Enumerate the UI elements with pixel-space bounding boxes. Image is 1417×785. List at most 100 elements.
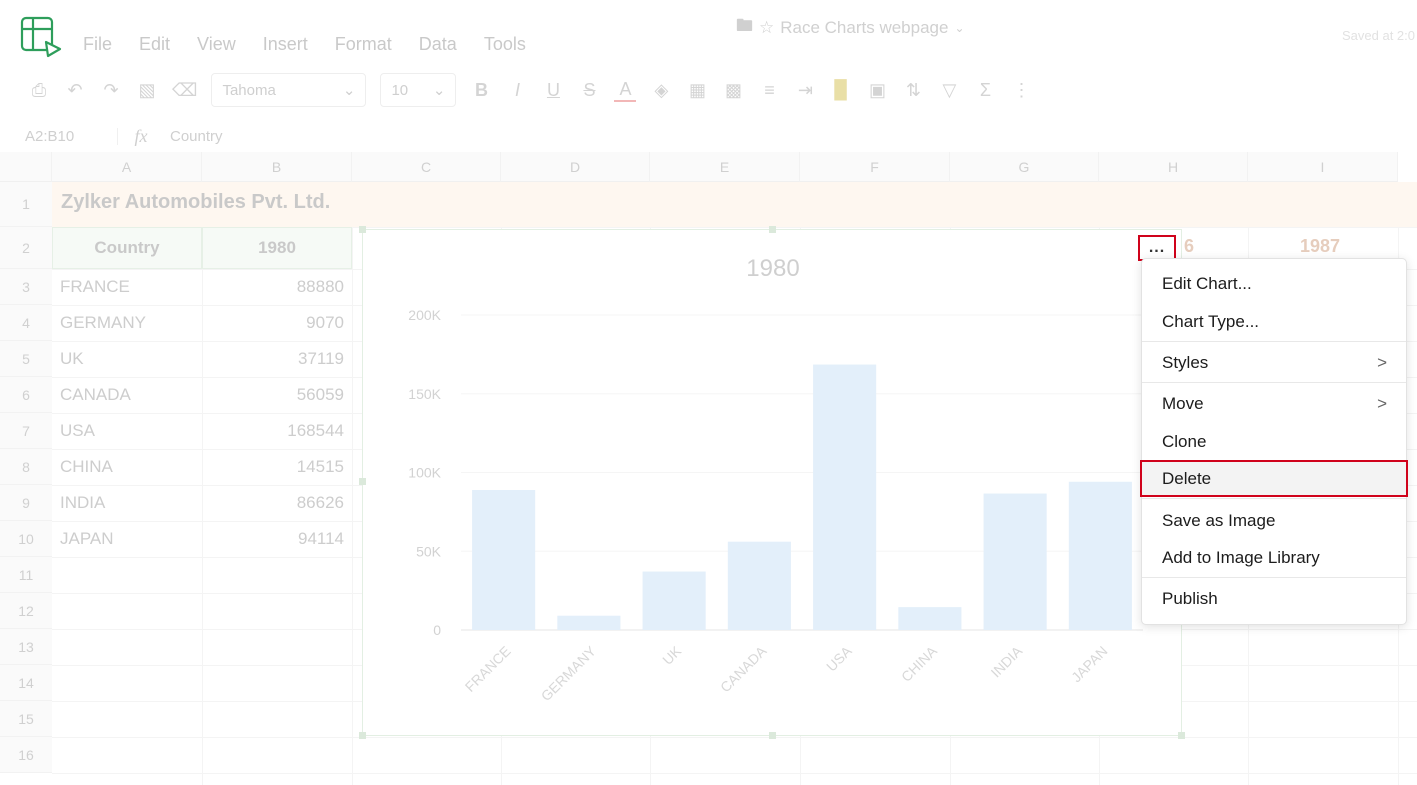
column-header-f[interactable]: F [800,152,950,182]
column-header-a[interactable]: A [52,152,202,182]
fill-color-icon[interactable]: ◈ [650,80,672,101]
image-icon[interactable]: ▣ [866,80,888,101]
column-header-i[interactable]: I [1248,152,1398,182]
menu-tools[interactable]: Tools [484,34,526,55]
menu-data[interactable]: Data [419,34,457,55]
font-family-select[interactable]: Tahoma ⌄ [211,73,367,107]
bar-canada[interactable] [727,541,791,630]
cell-country[interactable]: USA [60,413,200,449]
menu-format[interactable]: Format [335,34,392,55]
underline-icon[interactable]: U [542,80,564,101]
folder-icon[interactable]: 🖿 [736,13,753,42]
bar-china[interactable] [898,607,962,630]
cell-value[interactable]: 56059 [202,377,344,413]
menu-item-add-to-image-library[interactable]: Add to Image Library [1142,539,1406,576]
cell-country[interactable]: UK [60,341,200,377]
row-header-5[interactable]: 5 [0,341,52,377]
menu-edit[interactable]: Edit [139,34,170,55]
bar-chart[interactable]: 1980 0 50K 100K 150K 200K FRANCE GERMANY UK CANA… [359,226,1185,739]
undo-icon[interactable]: ↶ [64,80,86,101]
cell-country[interactable]: CHINA [60,449,200,485]
eraser-icon[interactable]: ⌫ [172,80,197,101]
row-header-16[interactable]: 16 [0,737,52,773]
menu-item-delete[interactable]: Delete [1140,460,1408,497]
row-header-13[interactable]: 13 [0,629,52,665]
print-icon[interactable]: ⎙ [28,80,50,101]
cell-value[interactable]: 86626 [202,485,344,521]
cell-country[interactable]: CANADA [60,377,200,413]
cell-reference-box[interactable]: A2:B10 [0,127,118,145]
menu-item-save-as-image[interactable]: Save as Image [1142,502,1406,539]
cell-country[interactable]: JAPAN [60,521,200,557]
italic-icon[interactable]: I [506,80,528,101]
chart-icon[interactable]: ▉ [830,80,852,101]
strikethrough-icon[interactable]: S [578,80,600,101]
merge-icon[interactable]: ▩ [722,80,744,101]
menu-item-move[interactable]: Move > [1142,385,1406,422]
cell-value[interactable]: 94114 [202,521,344,557]
star-icon[interactable]: ☆ [759,18,774,38]
sum-icon[interactable]: Σ [974,80,996,101]
row-header-7[interactable]: 7 [0,413,52,449]
menu-file[interactable]: File [83,34,112,55]
borders-icon[interactable]: ▦ [686,80,708,101]
header-cell-partial[interactable]: 6 [1184,236,1194,257]
column-header-d[interactable]: D [501,152,650,182]
filter-icon[interactable]: ▽ [938,80,960,101]
row-header-2[interactable]: 2 [0,227,52,269]
document-title[interactable]: 🖿 ☆ Race Charts webpage ⌄ [736,13,965,42]
row-header-15[interactable]: 15 [0,701,52,737]
cell-value[interactable]: 37119 [202,341,344,377]
bar-japan[interactable] [1068,481,1132,630]
column-header-g[interactable]: G [950,152,1099,182]
bar-germany[interactable] [557,615,621,630]
menu-item-publish[interactable]: Publish [1142,580,1406,617]
row-header-6[interactable]: 6 [0,377,52,413]
column-header-h[interactable]: H [1099,152,1248,182]
cell-value[interactable]: 88880 [202,269,344,305]
bar-france[interactable] [472,490,536,630]
bar-uk[interactable] [642,571,706,630]
sheet-app-logo-icon[interactable] [20,16,64,58]
select-all-corner[interactable] [0,152,52,182]
cell-country[interactable]: GERMANY [60,305,200,341]
more-icon[interactable]: ⋮ [1010,80,1032,101]
text-color-icon[interactable]: A [614,79,637,102]
row-header-1[interactable]: 1 [0,182,52,227]
bar-usa[interactable] [813,364,877,630]
row-header-14[interactable]: 14 [0,665,52,701]
header-cell-1987[interactable]: 1987 [1300,236,1340,257]
menu-item-edit-chart[interactable]: Edit Chart... [1142,265,1406,302]
bar-india[interactable] [983,493,1047,630]
column-header-c[interactable]: C [352,152,501,182]
menu-item-chart-type[interactable]: Chart Type... [1142,303,1406,340]
menu-item-clone[interactable]: Clone [1142,423,1406,460]
row-header-3[interactable]: 3 [0,269,52,305]
sort-icon[interactable]: ⇅ [902,80,924,101]
menu-view[interactable]: View [197,34,236,55]
row-header-8[interactable]: 8 [0,449,52,485]
cell-value[interactable]: 168544 [202,413,344,449]
menu-insert[interactable]: Insert [263,34,308,55]
chevron-down-icon[interactable]: ⌄ [954,21,964,35]
row-header-9[interactable]: 9 [0,485,52,521]
font-size-select[interactable]: 10 ⌄ [380,73,457,107]
header-cell-country[interactable]: Country [52,227,202,269]
wrap-icon[interactable]: ⇥ [794,80,816,101]
sheet-title[interactable]: Zylker Automobiles Pvt. Ltd. [61,191,330,214]
formula-input[interactable]: Country [164,128,223,145]
column-header-b[interactable]: B [202,152,352,182]
row-header-10[interactable]: 10 [0,521,52,557]
paint-format-icon[interactable]: ▧ [136,80,158,101]
align-icon[interactable]: ≡ [758,80,780,101]
cell-value[interactable]: 14515 [202,449,344,485]
redo-icon[interactable]: ↷ [100,80,122,101]
cell-country[interactable]: INDIA [60,485,200,521]
row-header-12[interactable]: 12 [0,593,52,629]
column-header-e[interactable]: E [650,152,800,182]
bold-icon[interactable]: B [470,80,492,101]
row-header-4[interactable]: 4 [0,305,52,341]
header-cell-1980[interactable]: 1980 [202,227,352,269]
cell-country[interactable]: FRANCE [60,269,200,305]
row-header-11[interactable]: 11 [0,557,52,593]
